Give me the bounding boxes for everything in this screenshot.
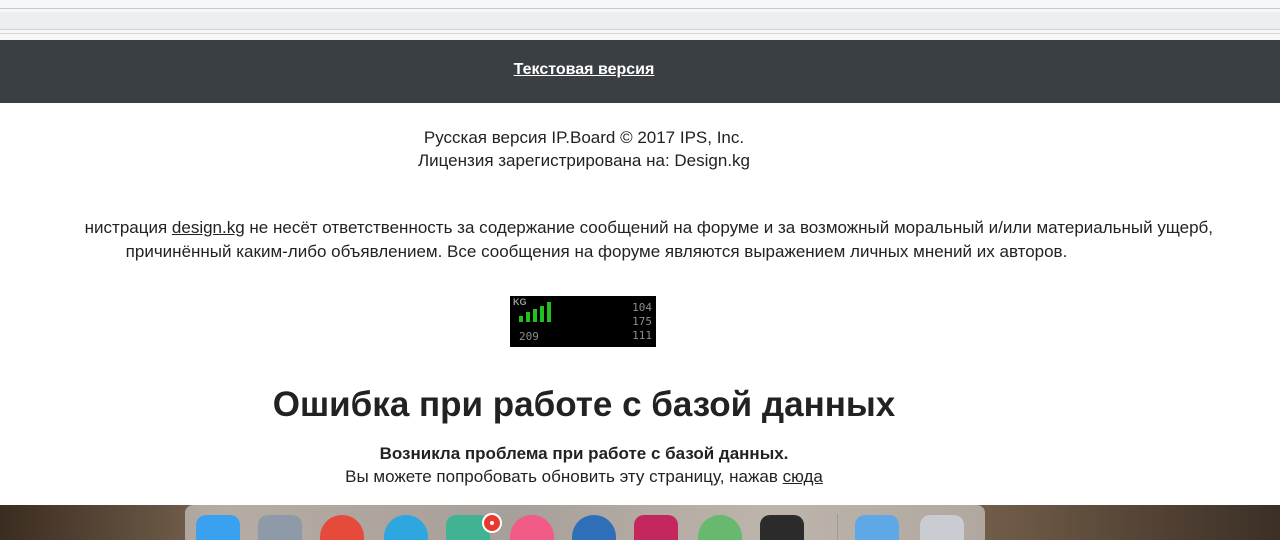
finder-icon[interactable] [196,515,240,540]
folder-icon[interactable] [855,515,899,540]
notification-badge [482,513,502,533]
signal-bar [547,302,551,322]
intellij-icon[interactable] [634,515,678,540]
counter-total: 209 [519,330,539,343]
counter-value: 111 [632,329,652,342]
signal-bar [526,312,530,322]
counter-value: 175 [632,315,652,328]
launchpad-icon[interactable] [258,515,302,540]
signal-bar [540,306,544,322]
error-message: Вы можете попробовать обновить эту стран… [345,467,823,486]
refresh-link[interactable]: сюда [783,467,823,486]
address-bar[interactable] [0,12,1280,30]
text-version-link[interactable]: Текстовая версия [0,61,1168,79]
visitor-counter[interactable]: KG 209 104 175 111 [510,296,656,347]
terminal-icon[interactable] [760,515,804,540]
disclaimer-line-1: нистрация design.kg не несёт ответственн… [84,218,1213,237]
counter-value: 104 [632,301,652,314]
copyright-line: Русская версия IP.Board © 2017 IPS, Inc. [423,128,745,147]
design-kg-link[interactable]: design.kg [172,218,245,237]
error-title: Ошибка при работе с базой данных [272,385,896,424]
toolbar-divider [0,33,1280,34]
license-line: Лицензия зарегистрирована на: Design.kg [417,151,750,170]
disclaimer: нистрация design.kg не несёт ответственн… [0,216,1213,264]
toolbar-divider [0,8,1280,9]
signal-bars-icon [515,302,555,322]
copyright-block: Русская версия IP.Board © 2017 IPS, Inc.… [0,126,1168,172]
trash-icon[interactable] [920,515,964,540]
signal-bar [519,316,523,322]
signal-bar [533,309,537,322]
browser-toolbar [0,0,1280,40]
disclaimer-line-2: причинённый каким-либо объявлением. Все … [125,242,1068,261]
forum-footer-bar: Текстовая версия [0,40,1280,103]
dock-separator [837,514,838,540]
error-subtitle: Возникла проблема при работе с базой дан… [379,444,789,463]
